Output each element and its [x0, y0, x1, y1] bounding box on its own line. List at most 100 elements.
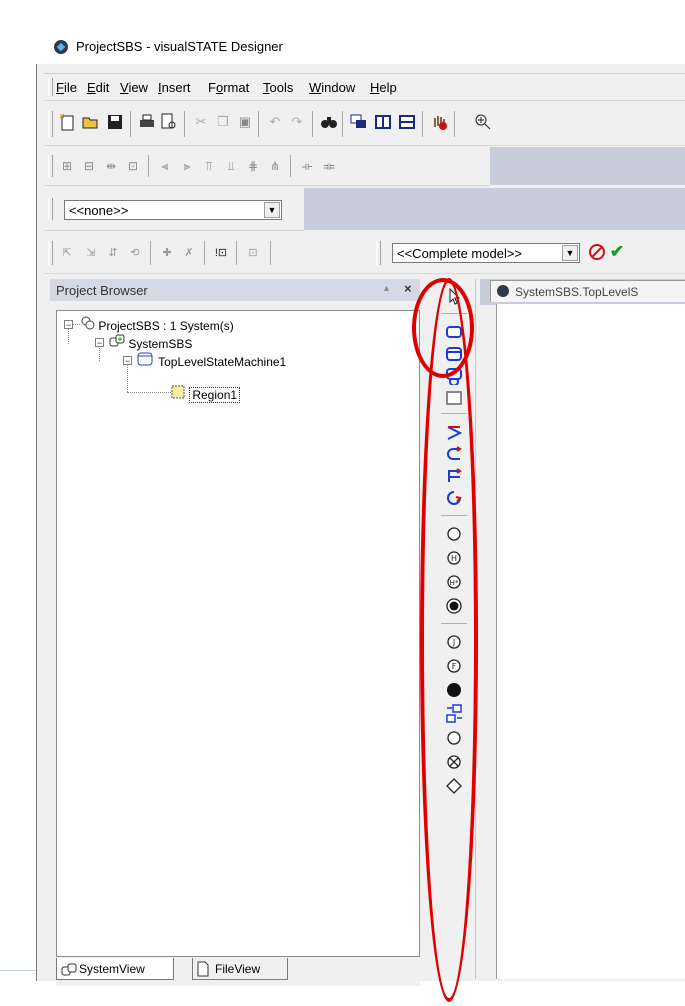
rebuild-icon[interactable]: ⟲	[126, 243, 144, 261]
tab-fileview[interactable]: FileView	[192, 958, 288, 980]
project-browser-header: Project Browser ▴ ×	[50, 279, 420, 301]
separator	[130, 111, 131, 137]
window-title: ProjectSBS - visualSTATE Designer	[76, 39, 283, 54]
menu-edit[interactable]: Edit	[87, 80, 109, 95]
document-icon	[497, 285, 509, 297]
toolbar-grip[interactable]	[48, 111, 53, 137]
align-middle-icon[interactable]: ⋕	[244, 157, 262, 175]
separator	[270, 241, 271, 265]
separator	[150, 241, 151, 265]
undo-icon[interactable]: ↶	[266, 113, 284, 131]
redo-icon[interactable]: ↷	[288, 113, 306, 131]
paste-icon[interactable]: ▣	[236, 113, 254, 131]
toolbar-grip[interactable]	[376, 241, 381, 265]
region-icon	[171, 385, 187, 403]
menu-format[interactable]: Format	[208, 80, 249, 95]
collapse-icon[interactable]: −	[64, 320, 73, 330]
remove-item-icon[interactable]: ✗	[180, 243, 198, 261]
document-tab-title: SystemSBS.TopLevelS	[515, 285, 639, 299]
project-icon	[81, 316, 95, 334]
cut-icon[interactable]: ✂	[192, 113, 210, 131]
system-icon	[61, 962, 77, 984]
separator	[422, 111, 423, 137]
separator	[312, 111, 313, 137]
zoom-in-icon[interactable]	[474, 113, 492, 131]
collapse-icon[interactable]: −	[95, 338, 104, 348]
separator	[342, 111, 343, 137]
close-icon[interactable]: ×	[404, 281, 412, 296]
save-icon[interactable]	[106, 113, 124, 131]
standard-toolbar: ✂ ❐ ▣ ↶ ↷	[44, 101, 685, 146]
align-vertical-center-icon[interactable]: ⋔	[266, 157, 284, 175]
chevron-down-icon[interactable]: ▼	[264, 202, 280, 218]
toolbar-grip[interactable]	[48, 198, 53, 220]
generate-icon[interactable]: ⇱	[58, 243, 76, 261]
state-combo[interactable]: <<none>> ▼	[64, 200, 282, 220]
print-icon[interactable]	[138, 113, 156, 131]
pin-icon[interactable]: ▴	[384, 283, 389, 294]
title-bar[interactable]: ProjectSBS - visualSTATE Designer	[36, 30, 685, 64]
alignment-toolbar: ⊞ ⊟ ⇹ ⊡ ⫷ ⫸ ⫪ ⫫ ⋕ ⋔ ⟛ ⟚	[44, 147, 490, 186]
space-across-icon[interactable]: ⇹	[102, 157, 120, 175]
menu-view[interactable]: View	[120, 80, 148, 95]
tab-systemview[interactable]: SystemView	[56, 958, 174, 980]
test-icon[interactable]: !⊡	[212, 243, 230, 261]
align-bottom-icon[interactable]: ⫫	[222, 157, 240, 175]
find-icon[interactable]	[320, 113, 338, 131]
toolbar-grip[interactable]	[48, 241, 53, 265]
open-icon[interactable]	[82, 113, 100, 131]
menu-help[interactable]: Help	[370, 80, 397, 95]
generate-all-icon[interactable]: ⇵	[104, 243, 122, 261]
app-icon	[54, 40, 68, 54]
separator	[290, 155, 291, 177]
same-width-icon[interactable]: ⊟	[80, 157, 98, 175]
tile-vertical-icon[interactable]	[374, 113, 392, 131]
same-height-icon[interactable]: ⊡	[124, 157, 142, 175]
no-check-icon[interactable]	[588, 243, 606, 261]
cascade-icon[interactable]	[350, 113, 368, 131]
diagram-canvas[interactable]	[496, 304, 685, 979]
exe-icon[interactable]: ⊡	[244, 243, 262, 261]
project-browser-title: Project Browser	[56, 283, 148, 298]
generate-system-icon[interactable]: ⇲	[82, 243, 100, 261]
tree-item-region[interactable]: Region1	[171, 385, 241, 403]
print-preview-icon[interactable]	[160, 113, 178, 131]
new-icon[interactable]	[58, 113, 76, 131]
tree-item-statemachine[interactable]: TopLevelStateMachine1	[137, 352, 286, 370]
menu-tools[interactable]: Tools	[263, 80, 293, 95]
toolbar-grip[interactable]	[48, 78, 53, 96]
collapse-icon[interactable]: −	[123, 356, 132, 366]
statemachine-icon	[137, 352, 155, 370]
copy-icon[interactable]: ❐	[214, 113, 232, 131]
align-center-icon[interactable]: ⊞	[58, 157, 76, 175]
menu-insert[interactable]: Insert	[158, 80, 191, 95]
space-horizontal-icon[interactable]: ⟛	[298, 157, 316, 175]
check-icon[interactable]: ✔	[608, 242, 626, 261]
align-right-icon[interactable]: ⫸	[178, 157, 196, 175]
menu-bar: File Edit View Insert Format Tools Windo…	[44, 73, 685, 101]
align-left-icon[interactable]: ⫷	[156, 157, 174, 175]
file-icon	[197, 961, 209, 984]
stop-hand-icon[interactable]	[430, 113, 448, 131]
model-combo[interactable]: <<Complete model>> ▼	[392, 243, 580, 263]
space-vertical-icon[interactable]: ⟚	[320, 157, 338, 175]
toolbar-band	[304, 188, 685, 230]
tree-item-system[interactable]: SystemSBS	[109, 334, 192, 351]
menu-file[interactable]: File	[56, 80, 77, 95]
add-item-icon[interactable]: ✚	[158, 243, 176, 261]
annotation-ellipse-palette	[420, 278, 478, 1002]
toolbar-grip[interactable]	[48, 155, 53, 177]
state-toolbar: <<none>> ▼	[44, 188, 304, 231]
model-toolbar: ⇱ ⇲ ⇵ ⟲ ✚ ✗ !⊡ ⊡ <<Complete model>> ▼ ✔	[44, 233, 685, 274]
separator	[184, 111, 185, 137]
tree-item-project[interactable]: ProjectSBS : 1 System(s)	[81, 316, 234, 334]
align-top-icon[interactable]: ⫪	[200, 157, 218, 175]
state-combo-value: <<none>>	[69, 203, 129, 218]
separator	[204, 241, 205, 265]
menu-window[interactable]: Window	[309, 80, 355, 95]
chevron-down-icon[interactable]: ▼	[562, 245, 578, 261]
tile-horizontal-icon[interactable]	[398, 113, 416, 131]
separator	[236, 241, 237, 265]
document-tab[interactable]: SystemSBS.TopLevelS	[490, 280, 685, 302]
project-browser-tabs: SystemView FileView	[56, 958, 420, 986]
